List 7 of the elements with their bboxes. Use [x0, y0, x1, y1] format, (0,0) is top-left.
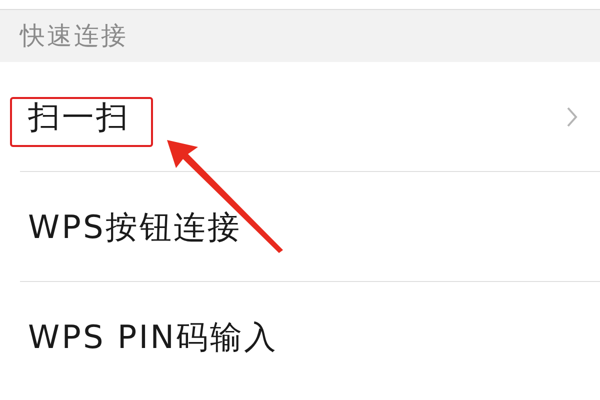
list-item[interactable]: 扫一扫 [0, 62, 600, 172]
item-label: 扫一扫 [28, 97, 130, 138]
item-label: WPS PIN码输入 [28, 317, 278, 358]
section-title: 快速连接 [20, 20, 128, 52]
list-item[interactable]: WPS按钮连接 [0, 172, 600, 282]
item-label: WPS按钮连接 [28, 207, 242, 248]
list-item[interactable]: WPS PIN码输入 [0, 282, 600, 392]
